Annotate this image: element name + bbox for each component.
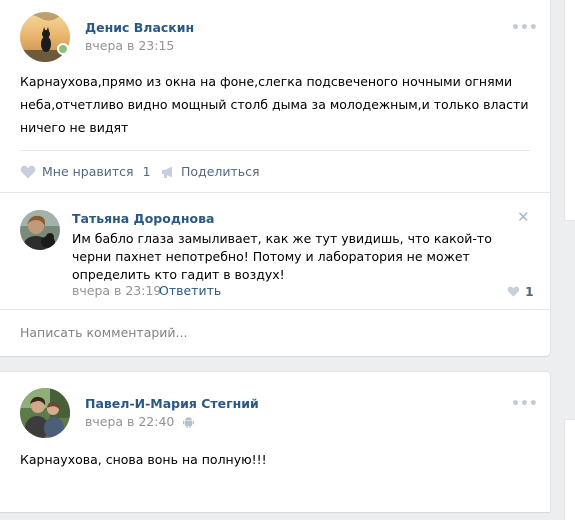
side-panel-lower bbox=[565, 420, 575, 520]
heart-icon bbox=[20, 165, 36, 178]
post-text: Карнаухова, снова вонь на полную!!! bbox=[20, 452, 267, 467]
like-label: Мне нравится bbox=[42, 164, 134, 179]
menu-dots-icon[interactable]: ••• bbox=[511, 20, 538, 36]
side-panel bbox=[565, 0, 575, 220]
android-icon bbox=[183, 417, 195, 428]
post-author[interactable]: Денис Власкин bbox=[85, 20, 194, 35]
comment-avatar[interactable] bbox=[20, 210, 60, 250]
write-comment-input[interactable]: Написать комментарий... bbox=[20, 325, 187, 340]
heart-icon bbox=[507, 286, 520, 297]
comment-text: Им бабло глаза замыливает, как же тут ув… bbox=[72, 231, 492, 282]
comment-like-count: 1 bbox=[525, 284, 534, 299]
post-date-wrap[interactable]: вчера в 22:40 bbox=[85, 414, 195, 429]
comments-divider bbox=[0, 192, 550, 193]
post-date: вчера в 22:40 bbox=[85, 414, 175, 429]
comment-date[interactable]: вчера в 23:19 bbox=[72, 283, 161, 298]
post-card: Денис Власкин вчера в 23:15 ••• Карнаухо… bbox=[0, 0, 550, 356]
menu-dots-icon[interactable]: ••• bbox=[511, 396, 538, 412]
close-icon[interactable]: ✕ bbox=[517, 208, 530, 226]
share-button[interactable]: Поделиться bbox=[161, 164, 260, 179]
divider bbox=[0, 309, 550, 310]
divider bbox=[20, 150, 530, 151]
post-card: Павел-И-Мария Стегний вчера в 22:40 ••• … bbox=[0, 372, 550, 512]
comment-author[interactable]: Татьяна Дороднова bbox=[72, 211, 214, 226]
post-author[interactable]: Павел-И-Мария Стегний bbox=[85, 396, 259, 411]
share-label: Поделиться bbox=[181, 164, 260, 179]
online-status-indicator bbox=[57, 43, 69, 55]
reply-button[interactable]: Ответить bbox=[159, 283, 221, 298]
like-button[interactable]: Мне нравится 1 bbox=[20, 164, 151, 179]
megaphone-icon bbox=[162, 166, 172, 178]
comment-like-button[interactable]: 1 bbox=[507, 284, 534, 299]
like-count: 1 bbox=[142, 164, 151, 179]
avatar[interactable] bbox=[20, 388, 70, 438]
post-date[interactable]: вчера в 23:15 bbox=[85, 38, 174, 53]
post-text: Карнаухова,прямо из окна на фоне,слегка … bbox=[20, 74, 529, 135]
